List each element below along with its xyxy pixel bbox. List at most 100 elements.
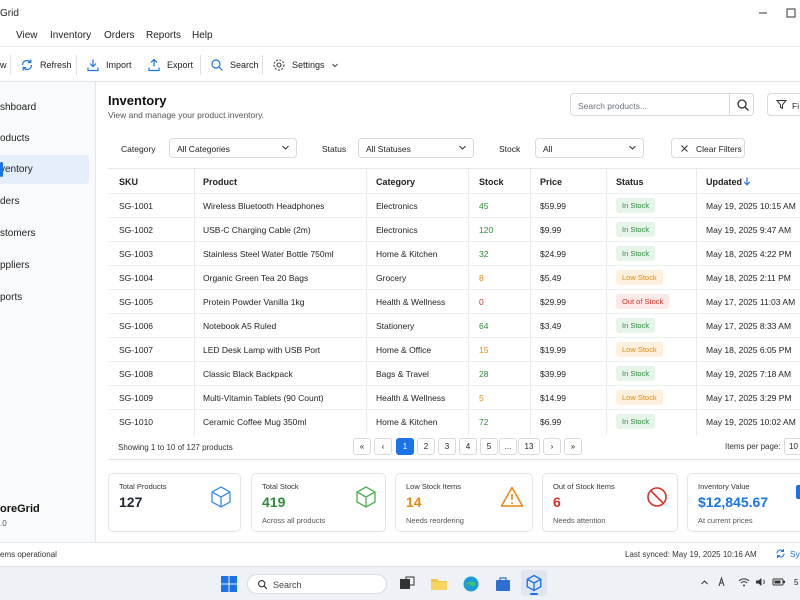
cell-stock: 64 — [479, 321, 489, 331]
last-page-button[interactable]: » — [564, 438, 582, 455]
cell-status: Low Stock — [616, 270, 663, 285]
table-row[interactable]: SG-1004 Organic Green Tea 20 Bags Grocery 8… — [108, 265, 800, 289]
column-header-stock[interactable]: Stock — [479, 169, 504, 193]
settings-button[interactable]: Settings — [272, 56, 339, 74]
table-row[interactable]: SG-1005 Protein Powder Vanilla 1kg Health … — [108, 289, 800, 313]
cell-price: $29.99 — [540, 297, 566, 307]
column-header-status[interactable]: Status — [616, 169, 644, 193]
sidebar-item-inventory[interactable]: ventory — [0, 155, 89, 184]
export-button[interactable]: Export — [147, 56, 193, 74]
taskbar-clock[interactable]: 5 — [794, 578, 798, 587]
view-button[interactable]: w — [0, 56, 7, 74]
dollar-icon — [796, 485, 800, 499]
filter-button[interactable]: Fi — [767, 93, 800, 116]
cell-status: In Stock — [616, 318, 656, 333]
page-button-1[interactable]: 1 — [396, 438, 414, 455]
language-icon[interactable] — [718, 576, 730, 588]
cell-price: $39.99 — [540, 369, 566, 379]
category-select[interactable]: All Categories — [169, 138, 297, 158]
table-row[interactable]: SG-1002 USB-C Charging Cable (2m) Electron… — [108, 217, 800, 241]
cell-product: Ceramic Coffee Mug 350ml — [203, 417, 307, 427]
first-page-button[interactable]: « — [353, 438, 371, 455]
prev-page-button[interactable]: ‹ — [374, 438, 392, 455]
cell-product: Classic Black Backpack — [203, 369, 293, 379]
table-row[interactable]: SG-1006 Notebook A5 Ruled Stationery 64 $3.4… — [108, 313, 800, 337]
refresh-button[interactable]: Refresh — [20, 56, 72, 74]
menu-reports[interactable]: Reports — [146, 30, 181, 41]
page-button-5[interactable]: 5 — [480, 438, 498, 455]
sync-icon — [775, 548, 786, 559]
cell-category: Home & Kitchen — [376, 417, 438, 427]
table-row[interactable]: SG-1009 Multi-Vitamin Tablets (90 Count) H… — [108, 385, 800, 409]
sidebar-item-reports[interactable]: ports — [0, 283, 89, 312]
cell-sku: SG-1001 — [119, 201, 154, 211]
cell-price: $59.99 — [540, 201, 566, 211]
stock-select-value: All — [543, 144, 553, 154]
store-icon[interactable] — [494, 575, 512, 593]
storegrid-app-taskbar-button[interactable] — [521, 570, 547, 596]
toolbar: w Refresh Import Export Search Settings — [0, 46, 800, 82]
ban-icon — [645, 485, 669, 509]
search-button[interactable]: Search — [210, 56, 259, 74]
column-header-category[interactable]: Category — [376, 169, 415, 193]
menu-inventory[interactable]: Inventory — [50, 30, 91, 41]
sort-arrow-down-icon[interactable] — [743, 177, 751, 186]
table-row[interactable]: SG-1001 Wireless Bluetooth Headphones Elec… — [108, 193, 800, 217]
next-page-button[interactable]: › — [543, 438, 561, 455]
page-button-3[interactable]: 3 — [438, 438, 456, 455]
cell-sku: SG-1002 — [119, 225, 154, 235]
cell-product: Multi-Vitamin Tablets (90 Count) — [203, 393, 324, 403]
windows-start-icon[interactable] — [220, 575, 238, 593]
menu-help[interactable]: Help — [192, 30, 213, 41]
file-explorer-icon[interactable] — [430, 575, 448, 593]
cell-category: Health & Wellness — [376, 297, 446, 307]
import-button[interactable]: Import — [86, 56, 132, 74]
refresh-icon — [20, 58, 34, 72]
sync-button[interactable]: Sy — [775, 548, 800, 559]
stat-card-out-of-stock: Out of Stock Items 6 Needs attention — [542, 473, 678, 532]
task-view-icon[interactable] — [398, 575, 416, 593]
table-row[interactable]: SG-1010 Ceramic Coffee Mug 350ml Home & Ki… — [108, 409, 800, 433]
stock-select[interactable]: All — [535, 138, 644, 158]
volume-icon[interactable] — [755, 576, 767, 588]
maximize-icon[interactable] — [784, 6, 798, 20]
clear-filters-button[interactable]: Clear Filters — [671, 138, 745, 158]
menu-orders[interactable]: Orders — [104, 30, 135, 41]
column-header-sku[interactable]: SKU — [119, 169, 138, 193]
cell-stock: 120 — [479, 225, 494, 235]
warning-icon — [500, 485, 524, 509]
table-row[interactable]: SG-1008 Classic Black Backpack Bags & Trav… — [108, 361, 800, 385]
page-button-4[interactable]: 4 — [459, 438, 477, 455]
cell-product: USB-C Charging Cable (2m) — [203, 225, 311, 235]
wifi-icon[interactable] — [738, 576, 750, 588]
sidebar-item-customers[interactable]: stomers — [0, 219, 89, 248]
view-button-label: w — [0, 60, 7, 70]
product-search-field[interactable]: Search products... — [570, 93, 754, 116]
sidebar-item-products[interactable]: oducts — [0, 124, 89, 153]
edge-browser-icon[interactable] — [462, 575, 480, 593]
sidebar-item-orders[interactable]: ders — [0, 187, 89, 216]
battery-icon[interactable] — [772, 576, 786, 588]
taskbar-search-box[interactable]: Search — [247, 574, 387, 594]
table-row[interactable]: SG-1003 Stainless Steel Water Bottle 750m… — [108, 241, 800, 265]
table-row[interactable]: SG-1007 LED Desk Lamp with USB Port Home &… — [108, 337, 800, 361]
page-subtitle: View and manage your product inventory. — [108, 110, 265, 120]
minimize-icon[interactable] — [756, 6, 770, 20]
refresh-label: Refresh — [40, 60, 72, 70]
window-title: Grid — [0, 8, 19, 19]
chevron-up-icon[interactable] — [700, 578, 709, 587]
cell-category: Stationery — [376, 321, 415, 331]
items-per-page-label: Items per page: — [725, 442, 781, 451]
column-header-price[interactable]: Price — [540, 169, 562, 193]
sidebar-item-dashboard[interactable]: shboard — [0, 93, 89, 122]
search-icon[interactable] — [736, 98, 750, 112]
status-select[interactable]: All Statuses — [358, 138, 474, 158]
column-header-product[interactable]: Product — [203, 169, 237, 193]
page-button-2[interactable]: 2 — [417, 438, 435, 455]
cell-stock: 15 — [479, 345, 489, 355]
items-per-page-select[interactable]: 10 — [784, 438, 800, 455]
sidebar-item-suppliers[interactable]: ppliers — [0, 251, 89, 280]
page-button-13[interactable]: 13 — [518, 438, 540, 455]
column-header-updated[interactable]: Updated — [706, 169, 742, 193]
menu-view[interactable]: View — [16, 30, 38, 41]
